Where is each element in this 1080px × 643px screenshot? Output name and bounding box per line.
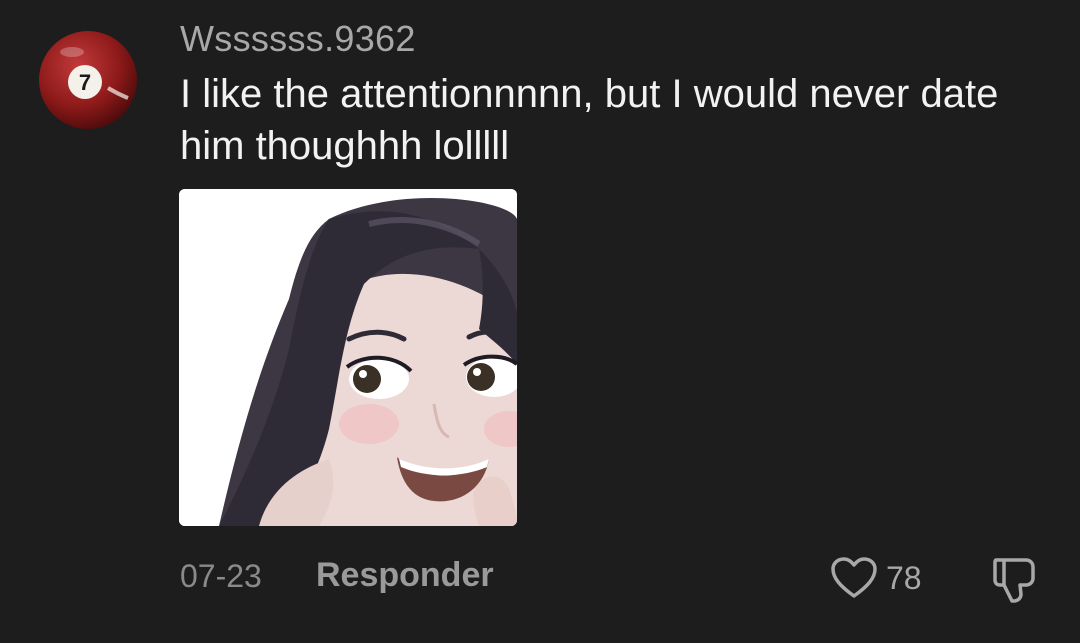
avatar-number: 7 [79, 70, 91, 95]
comment-item: 7 Wssssss.9362 I like the attentionnnnn,… [0, 0, 1080, 643]
like-count: 78 [886, 559, 922, 596]
comment-sticker-image[interactable] [179, 189, 517, 526]
username[interactable]: Wssssss.9362 [180, 18, 416, 60]
billiard-ball-7-icon: 7 [39, 31, 137, 129]
girl-memoji-sticker [179, 189, 517, 526]
avatar[interactable]: 7 [38, 30, 138, 130]
like-button[interactable]: 78 [830, 554, 922, 602]
thumbs-down-icon [993, 558, 1035, 603]
heart-outline-icon [831, 557, 877, 598]
reply-button[interactable]: Responder [316, 556, 494, 595]
comment-date: 07-23 [180, 558, 262, 594]
dislike-button[interactable] [990, 554, 1042, 604]
comment-text: I like the attentionnnnn, but I would ne… [180, 72, 999, 168]
